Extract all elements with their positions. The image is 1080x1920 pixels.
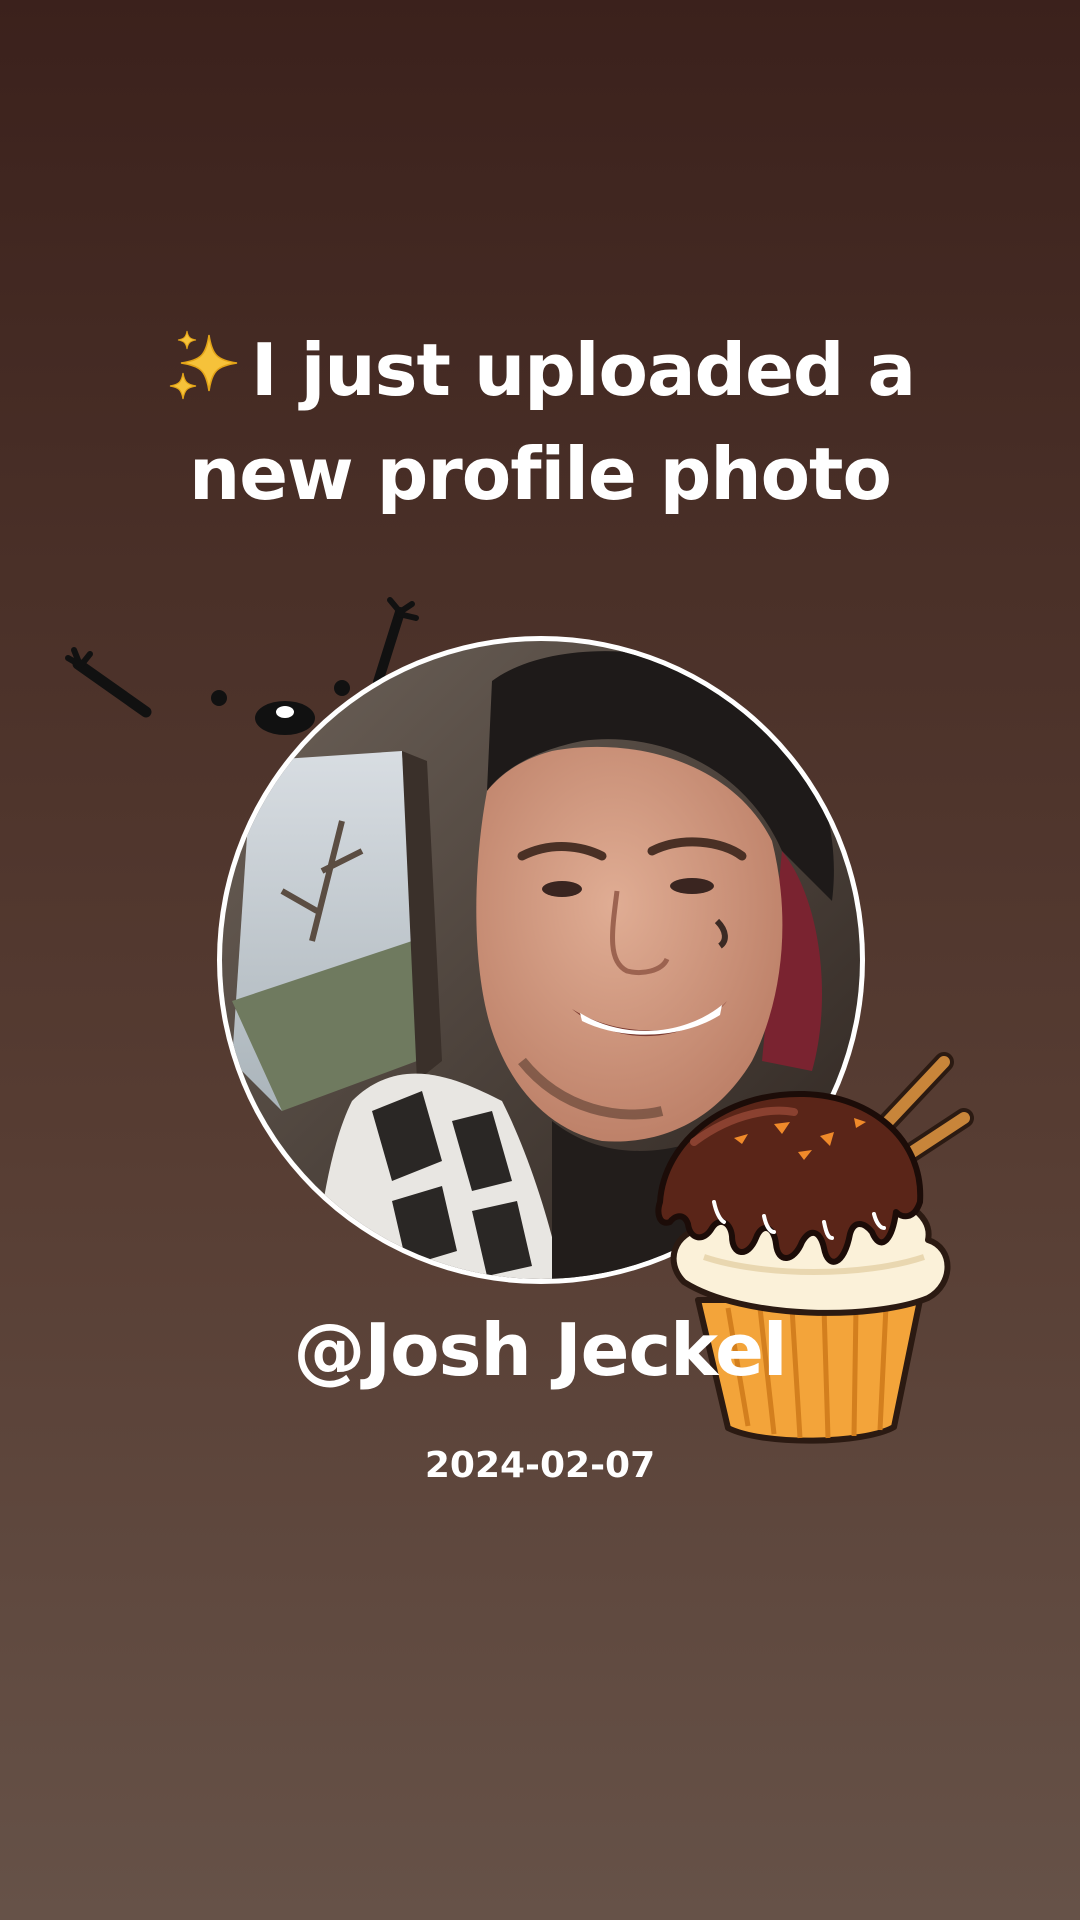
sparkles-icon [169, 330, 237, 400]
headline: I just uploaded a new profile photo [0, 318, 1080, 526]
headline-line-1: I just uploaded a [0, 318, 1080, 422]
post-date: 2024-02-07 [424, 1445, 656, 1486]
headline-line-2: new profile photo [189, 432, 892, 516]
headline-text-1: I just uploaded a [250, 328, 916, 412]
cupcake-sticker [655, 1052, 974, 1444]
username: @Josh Jeckel [293, 1308, 787, 1392]
